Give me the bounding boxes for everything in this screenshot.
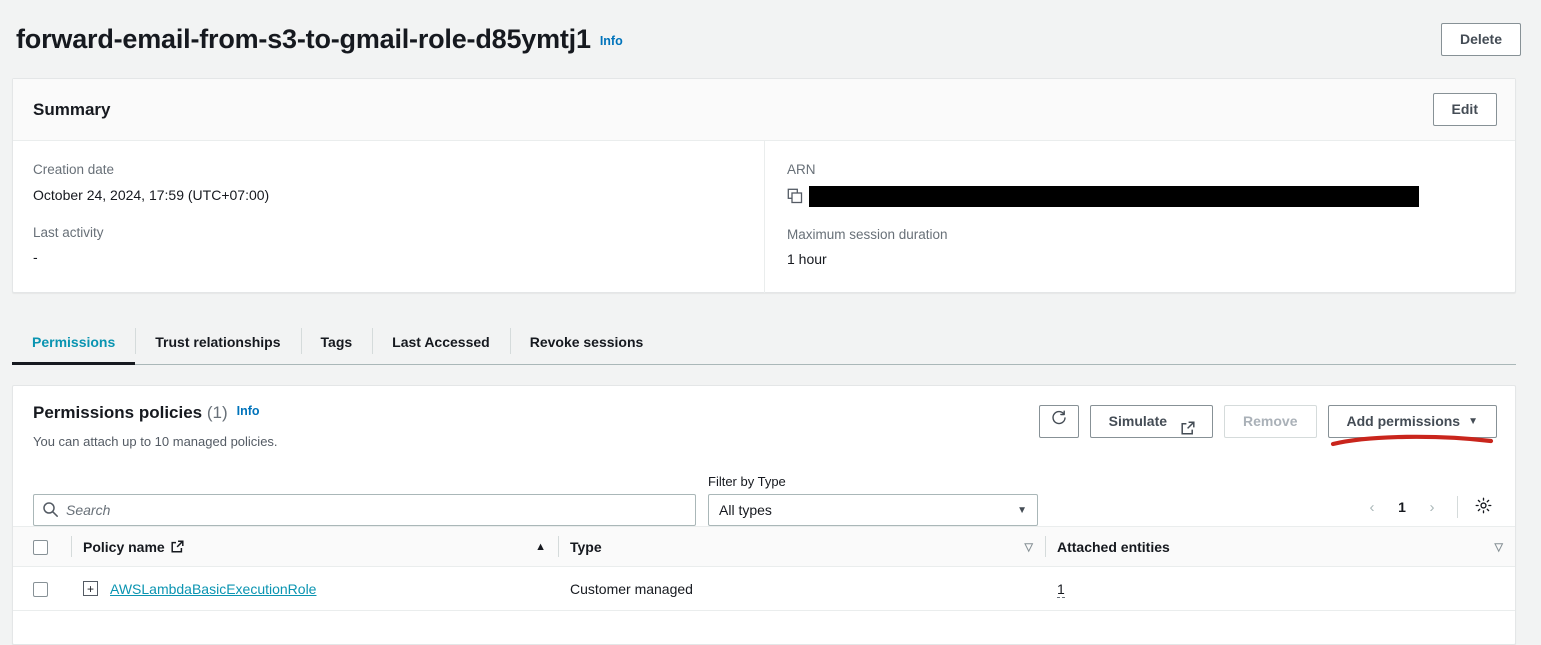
delete-button[interactable]: Delete (1440, 22, 1521, 56)
cell-policy-name: + AWSLambdaBasicExecutionRole (71, 566, 558, 611)
sort-indicator-policy-name: ▲ (535, 540, 546, 553)
cell-policy-type: Customer managed (558, 566, 1045, 611)
refresh-icon (1051, 406, 1067, 437)
select-all-checkbox[interactable] (33, 539, 48, 555)
attached-entities-header-inner: Attached entities (1057, 539, 1485, 555)
tab-last-accessed[interactable]: Last Accessed (372, 320, 510, 364)
summary-card-header: Summary Edit (13, 79, 1515, 141)
sort-indicator-attached-entities: ▽ (1494, 541, 1503, 553)
max-session-duration-label: Maximum session duration (787, 226, 948, 242)
policy-name-cell-inner: + AWSLambdaBasicExecutionRole (83, 581, 546, 597)
tab-bar: Permissions Trust relationships Tags Las… (12, 320, 1516, 365)
last-activity-value: - (33, 249, 38, 266)
external-link-icon (1181, 415, 1195, 435)
summary-column-right: ARN Maximum session duration 1 hour (764, 141, 1515, 293)
filter-by-type-label: Filter by Type (708, 474, 786, 489)
permissions-description: You can attach up to 10 managed policies… (33, 433, 278, 449)
permissions-header: Permissions policies (1) Info You can att… (13, 386, 1515, 464)
permissions-policies-card: Permissions policies (1) Info You can att… (12, 385, 1516, 645)
add-permissions-button[interactable]: Add permissions ▼ (1327, 405, 1497, 438)
table-row: + AWSLambdaBasicExecutionRole Customer m… (13, 566, 1515, 611)
policies-table-head: Policy name ▲ Type ▽ Attached entities ▽ (13, 526, 1515, 567)
policies-table-body: + AWSLambdaBasicExecutionRole Customer m… (13, 566, 1515, 611)
row-select-cell (13, 566, 71, 611)
summary-card: Summary Edit Creation date October 24, 2… (12, 78, 1516, 293)
arn-label: ARN (787, 162, 816, 177)
permissions-count: (1) (206, 403, 228, 422)
pagination-prev-button[interactable]: ‹ (1358, 493, 1386, 521)
pagination-divider (1457, 496, 1458, 518)
search-input[interactable] (33, 494, 696, 526)
tab-revoke-sessions[interactable]: Revoke sessions (509, 320, 664, 364)
column-label-attached-entities: Attached entities (1057, 538, 1170, 555)
sort-indicator-type: ▽ (1024, 541, 1033, 553)
arn-row (787, 185, 1495, 207)
tab-trust-relationships[interactable]: Trust relationships (135, 320, 300, 364)
filter-by-type-select-wrapper: All types ▼ (708, 494, 1038, 526)
attached-entities-value[interactable]: 1 (1057, 580, 1065, 598)
permissions-filter-row: Filter by Type All types ▼ ‹ 1 › (13, 464, 1515, 526)
summary-body: Creation date October 24, 2024, 17:59 (U… (13, 141, 1515, 293)
table-preferences-button[interactable] (1469, 493, 1497, 521)
page-title-group: forward-email-from-s3-to-gmail-role-d85y… (16, 23, 623, 54)
policy-name-header-inner: Policy name (83, 539, 528, 555)
remove-button[interactable]: Remove (1224, 405, 1317, 438)
permissions-heading-group: Permissions policies (1) Info You can att… (33, 403, 278, 449)
tab-permissions[interactable]: Permissions (12, 320, 136, 365)
simulate-button[interactable]: Simulate (1089, 405, 1214, 438)
arn-redacted-value (809, 185, 1419, 207)
filter-by-type-select[interactable]: All types (708, 494, 1038, 526)
pagination-page-1[interactable]: 1 (1389, 499, 1415, 515)
copy-icon[interactable] (787, 188, 803, 204)
add-permissions-label: Add permissions (1346, 413, 1461, 429)
row-checkbox[interactable] (33, 581, 48, 597)
pagination: ‹ 1 › (1050, 493, 1497, 526)
page-info-link[interactable]: Info (600, 34, 623, 48)
simulate-label: Simulate (1108, 413, 1168, 429)
pagination-next-button[interactable]: › (1418, 493, 1446, 521)
refresh-button[interactable] (1038, 405, 1079, 438)
column-header-policy-name[interactable]: Policy name ▲ (71, 526, 558, 567)
chevron-down-icon: ▼ (1468, 415, 1478, 427)
filter-by-type-group: Filter by Type All types ▼ (708, 474, 1038, 526)
column-label-type: Type (570, 538, 602, 555)
policies-table: Policy name ▲ Type ▽ Attached entities ▽… (13, 526, 1515, 611)
permissions-heading: Permissions policies (33, 403, 203, 422)
cell-attached-entities: 1 (1045, 566, 1515, 611)
type-header-inner: Type (570, 539, 1015, 555)
external-link-icon (171, 540, 184, 553)
page-header: forward-email-from-s3-to-gmail-role-d85y… (0, 0, 1541, 78)
summary-title: Summary (33, 99, 111, 119)
gear-icon (1475, 497, 1492, 517)
search-wrapper (33, 494, 696, 526)
creation-date-label: Creation date (33, 162, 115, 177)
permissions-heading-row: Permissions policies (1) Info (33, 403, 278, 423)
edit-button[interactable]: Edit (1432, 93, 1497, 126)
max-session-duration-value: 1 hour (787, 251, 827, 268)
summary-column-left: Creation date October 24, 2024, 17:59 (U… (13, 141, 764, 293)
column-header-type[interactable]: Type ▽ (558, 526, 1045, 567)
last-activity-label: Last activity (33, 224, 104, 240)
tab-tags[interactable]: Tags (300, 320, 373, 364)
creation-date-value: October 24, 2024, 17:59 (UTC+07:00) (33, 186, 270, 203)
select-all-header (13, 526, 71, 567)
page-title: forward-email-from-s3-to-gmail-role-d85y… (16, 23, 591, 54)
column-label-policy-name: Policy name (83, 538, 165, 555)
column-header-attached-entities[interactable]: Attached entities ▽ (1045, 526, 1515, 567)
table-header-row: Policy name ▲ Type ▽ Attached entities ▽ (13, 526, 1515, 567)
expand-row-button[interactable]: + (83, 581, 98, 596)
permissions-info-link[interactable]: Info (237, 404, 260, 418)
policy-name-link[interactable]: AWSLambdaBasicExecutionRole (110, 581, 316, 597)
permissions-actions: Simulate Remove Add permissions ▼ (1038, 405, 1497, 438)
